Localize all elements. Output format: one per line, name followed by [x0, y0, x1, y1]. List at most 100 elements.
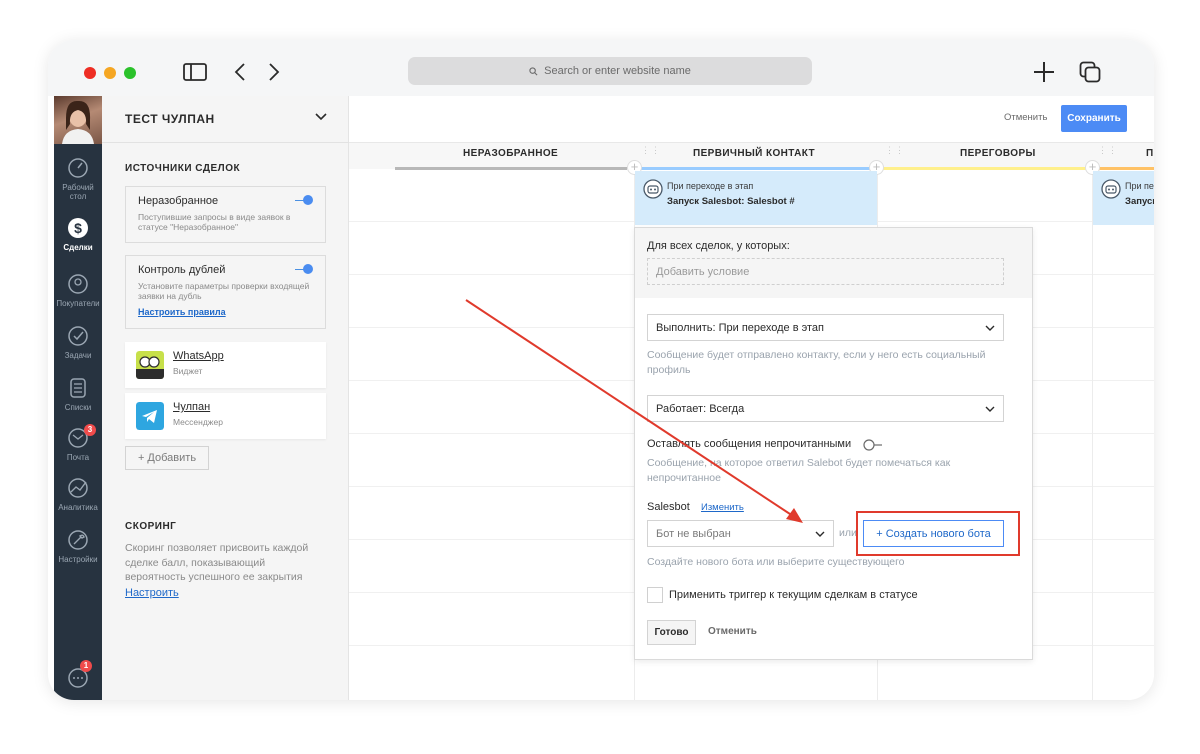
trigger-line1: При переходе в [1125, 181, 1154, 191]
nav-item-analytics[interactable]: Аналитика [54, 476, 102, 512]
apply-trigger-checkbox[interactable]: Применить триггер к текущим сделкам в ст… [647, 587, 918, 603]
bot-select-value: Бот не выбран [656, 528, 731, 540]
nav-item-lists[interactable]: Списки [54, 376, 102, 412]
minimize-window-button[interactable] [104, 67, 116, 79]
nav-label: Почта [66, 453, 90, 462]
works-select-value: Работает: Всегда [656, 403, 745, 415]
add-condition-field[interactable]: Добавить условие [647, 258, 1004, 285]
trigger-card[interactable]: При переходе в Запуск Salesbo [1093, 171, 1154, 225]
chevron-down-icon[interactable] [314, 110, 328, 124]
execute-select[interactable]: Выполнить: При переходе в этап [647, 314, 1004, 341]
unsorted-card[interactable]: Неразобранное Поступившие запросы в виде… [125, 186, 326, 243]
nav-label: Настройки [58, 555, 98, 564]
nav-item-customers[interactable]: Покупатели [54, 272, 102, 308]
nav-item-settings[interactable]: Настройки [54, 528, 102, 564]
configure-rules-link[interactable]: Настроить правила [138, 307, 313, 317]
conditions-label: Для всех сделок, у которых: [647, 240, 790, 252]
nav-item-tasks[interactable]: Задачи [54, 324, 102, 360]
avatar[interactable] [54, 96, 102, 144]
svg-text:$: $ [74, 220, 82, 236]
back-icon[interactable] [232, 61, 248, 83]
chat-badge: 1 [80, 660, 92, 672]
whatsapp-icon [136, 351, 164, 379]
bot-select[interactable]: Бот не выбран [647, 520, 834, 547]
messenger-title[interactable]: Чулпан [173, 401, 210, 413]
settings-icon [68, 530, 88, 550]
trigger-settings-popup: Для всех сделок, у которых: Добавить усл… [634, 227, 1033, 660]
whatsapp-title[interactable]: WhatsApp [173, 350, 224, 362]
cancel-button[interactable]: Отменить [1004, 112, 1047, 123]
tasks-icon [68, 326, 88, 346]
robot-icon [1101, 179, 1121, 199]
sidebar-toggle-icon[interactable] [182, 61, 208, 83]
column-color-bar [878, 167, 1092, 170]
drag-handle-icon[interactable]: ⋮⋮ [885, 146, 904, 160]
column-divider [1092, 169, 1093, 700]
scoring-configure-link[interactable]: Настроить [125, 587, 179, 599]
unread-toggle[interactable] [863, 439, 883, 451]
tab-overview-icon[interactable] [1078, 61, 1102, 83]
trigger-line2: Запуск Salesbot: Salesbot # [667, 196, 795, 207]
duplicates-toggle[interactable] [295, 264, 313, 274]
browser-window: Search or enter website name Рабочий сто… [48, 40, 1154, 700]
dashboard-icon [68, 158, 88, 178]
trigger-card[interactable]: При переходе в этап Запуск Salesbot: Sal… [635, 171, 877, 225]
column-color-bar [635, 167, 877, 170]
lists-icon [70, 378, 86, 398]
duplicates-card[interactable]: Контроль дублей Установите параметры про… [125, 255, 326, 329]
popup-cancel-button[interactable]: Отменить [708, 626, 757, 637]
pipeline-title[interactable]: ТЕСТ ЧУЛПАН [125, 112, 215, 126]
nav-label: Рабочий стол [62, 183, 94, 201]
search-icon [529, 66, 538, 75]
new-tab-icon[interactable] [1032, 61, 1056, 83]
drag-handle-icon[interactable]: ⋮⋮ [641, 146, 660, 160]
checkbox[interactable] [647, 587, 663, 603]
execute-hint: Сообщение будет отправлено контакту, есл… [647, 349, 986, 376]
unread-label: Оставлять сообщения непрочитанными [647, 438, 852, 450]
whatsapp-widget-card[interactable]: WhatsApp Виджет [125, 342, 326, 388]
address-placeholder: Search or enter website name [544, 65, 691, 77]
column-title[interactable]: ПЕРВИЧНЫЙ КОНТАКТ [693, 148, 815, 159]
done-button[interactable]: Готово [647, 620, 696, 645]
column-color-bar [1093, 167, 1154, 170]
messenger-widget-card[interactable]: Чулпан Мессенджер [125, 393, 326, 439]
column-title[interactable]: ПЕРЕГОВОРЫ [960, 148, 1036, 159]
nav-item-mail[interactable]: Почта 3 [54, 424, 102, 462]
trigger-line1: При переходе в этап [667, 181, 754, 191]
salesbot-change-link[interactable]: Изменить [701, 502, 744, 513]
execute-select-value: Выполнить: При переходе в этап [656, 322, 824, 334]
works-select[interactable]: Работает: Всегда [647, 395, 1004, 422]
highlight-frame [856, 511, 1020, 556]
unsorted-desc: Поступившие запросы в виде заявок в стат… [138, 212, 291, 232]
nav-label: Покупатели [56, 299, 100, 308]
unsorted-toggle[interactable] [295, 195, 313, 205]
trigger-line2: Запуск Salesbo [1125, 196, 1154, 207]
conditions-section: Для всех сделок, у которых: Добавить усл… [635, 228, 1032, 298]
chevron-down-icon [985, 406, 995, 412]
nav-item-deals[interactable]: $ Сделки [54, 216, 102, 252]
zoom-window-button[interactable] [124, 67, 136, 79]
nav-item-dashboard[interactable]: Рабочий стол [54, 156, 102, 201]
chevron-down-icon [815, 531, 825, 537]
messenger-subtitle: Мессенджер [173, 417, 223, 427]
add-source-button[interactable]: + Добавить [125, 446, 209, 470]
duplicates-desc: Установите параметры проверки входящей з… [138, 281, 310, 301]
column-title[interactable]: НЕРАЗОБРАННОЕ [463, 148, 558, 159]
forward-icon[interactable] [266, 61, 282, 83]
close-window-button[interactable] [84, 67, 96, 79]
drag-handle-icon[interactable]: ⋮⋮ [1098, 146, 1117, 160]
salesbot-label: Salesbot [647, 501, 690, 513]
customers-icon [68, 274, 88, 294]
main-nav: Рабочий стол $ Сделки Покупатели Задачи … [54, 96, 102, 700]
robot-icon [643, 179, 663, 199]
chat-button[interactable]: 1 [54, 660, 102, 693]
pipeline-settings-panel: ТЕСТ ЧУЛПАН ИСТОЧНИКИ СДЕЛОК Неразобранн… [102, 96, 349, 700]
mail-badge: 3 [84, 424, 96, 436]
analytics-icon [68, 478, 88, 498]
chevron-down-icon [985, 325, 995, 331]
save-button[interactable]: Сохранить [1061, 105, 1127, 132]
address-bar[interactable]: Search or enter website name [408, 57, 812, 85]
scoring-title: СКОРИНГ [125, 521, 177, 532]
whatsapp-subtitle: Виджет [173, 366, 203, 376]
column-title[interactable]: ПРИНИМА [1146, 148, 1154, 159]
